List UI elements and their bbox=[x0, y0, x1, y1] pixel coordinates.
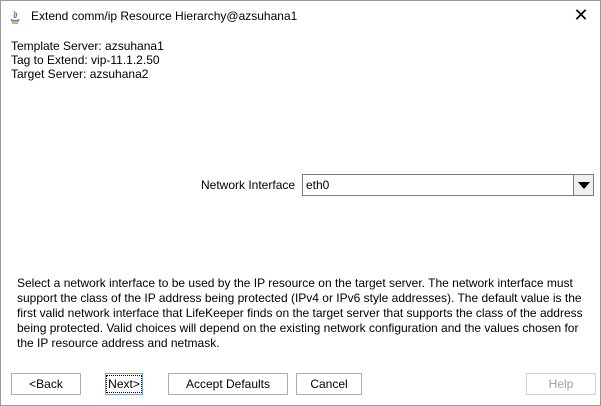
network-interface-select[interactable]: eth0 bbox=[302, 174, 594, 196]
target-server-label: Target Server: azsuhana2 bbox=[11, 67, 149, 81]
cancel-button[interactable]: Cancel bbox=[296, 373, 362, 395]
title-bar: Extend comm/ip Resource Hierarchy@azsuha… bbox=[1, 1, 600, 31]
help-button[interactable]: Help bbox=[526, 373, 596, 395]
network-interface-label: Network Interface bbox=[201, 178, 296, 192]
help-description: Select a network interface to be used by… bbox=[17, 276, 583, 350]
resource-info: Template Server: azsuhana1 Tag to Extend… bbox=[11, 39, 164, 81]
template-server-label: Template Server: azsuhana1 bbox=[11, 39, 164, 53]
accept-defaults-button[interactable]: Accept Defaults bbox=[168, 373, 288, 395]
dialog-window: Extend comm/ip Resource Hierarchy@azsuha… bbox=[0, 0, 601, 406]
back-button[interactable]: <Back bbox=[11, 373, 81, 395]
dropdown-button[interactable] bbox=[573, 175, 593, 195]
java-app-icon bbox=[7, 9, 23, 25]
tag-to-extend-label: Tag to Extend: vip-11.1.2.50 bbox=[11, 53, 160, 67]
chevron-down-icon bbox=[577, 181, 590, 189]
window-title: Extend comm/ip Resource Hierarchy@azsuha… bbox=[31, 9, 298, 23]
network-interface-value: eth0 bbox=[306, 178, 330, 192]
close-icon[interactable]: ✕ bbox=[568, 3, 594, 27]
next-button[interactable]: Next> bbox=[105, 373, 143, 395]
